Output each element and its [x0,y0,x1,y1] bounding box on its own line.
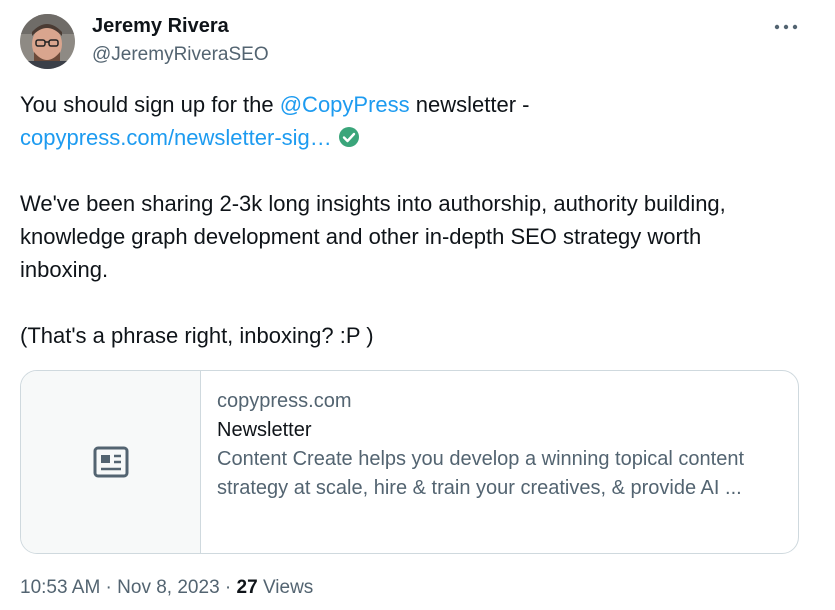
tweet-paragraph-line: knowledge graph development and other in… [20,224,702,249]
tweet-meta: 10:53 AM · Nov 8, 2023 · 27 Views [20,577,313,599]
tweet-text-suffix: newsletter - [409,92,530,117]
tweet-text-prefix: You should sign up for the [20,92,280,117]
article-icon [93,446,128,478]
avatar-image [20,14,75,69]
card-domain: copypress.com [217,390,352,412]
avatar[interactable] [20,14,75,69]
author-handle[interactable]: @JeremyRiveraSEO [92,44,269,66]
tweet: Jeremy Rivera @JeremyRiveraSEO You shoul… [0,0,835,610]
url-link[interactable]: copypress.com/newsletter-sig… [20,125,332,150]
tweet-url-line: copypress.com/newsletter-sig… [20,121,820,157]
tweet-paragraph-line: inboxing. [20,257,109,282]
meta-separator: · [219,577,237,598]
card-text: copypress.com Newsletter Content Create … [217,387,787,503]
verified-check-icon [338,124,360,157]
author-name[interactable]: Jeremy Rivera [92,15,229,38]
tweet-time[interactable]: 10:53 AM [20,577,100,598]
tweet-text-line: You should sign up for the @CopyPress ne… [20,88,820,121]
meta-separator: · [100,577,118,598]
tweet-date[interactable]: Nov 8, 2023 [117,577,219,598]
views-label: Views [257,577,314,598]
card-description-line: strategy at scale, hire & train your cre… [217,477,742,499]
tweet-paragraph-line: (That's a phrase right, inboxing? :P ) [20,323,374,348]
card-title: Newsletter [217,419,312,441]
tweet-paragraph-line: We've been sharing 2-3k long insights in… [20,191,726,216]
link-preview-card[interactable]: copypress.com Newsletter Content Create … [20,370,799,554]
views-count: 27 [236,577,258,598]
more-options-button[interactable] [768,12,804,42]
mention-link[interactable]: @CopyPress [280,92,410,117]
card-description-line: Content Create helps you develop a winni… [217,448,745,470]
more-horizontal-icon [774,24,798,30]
card-thumbnail [21,371,201,553]
